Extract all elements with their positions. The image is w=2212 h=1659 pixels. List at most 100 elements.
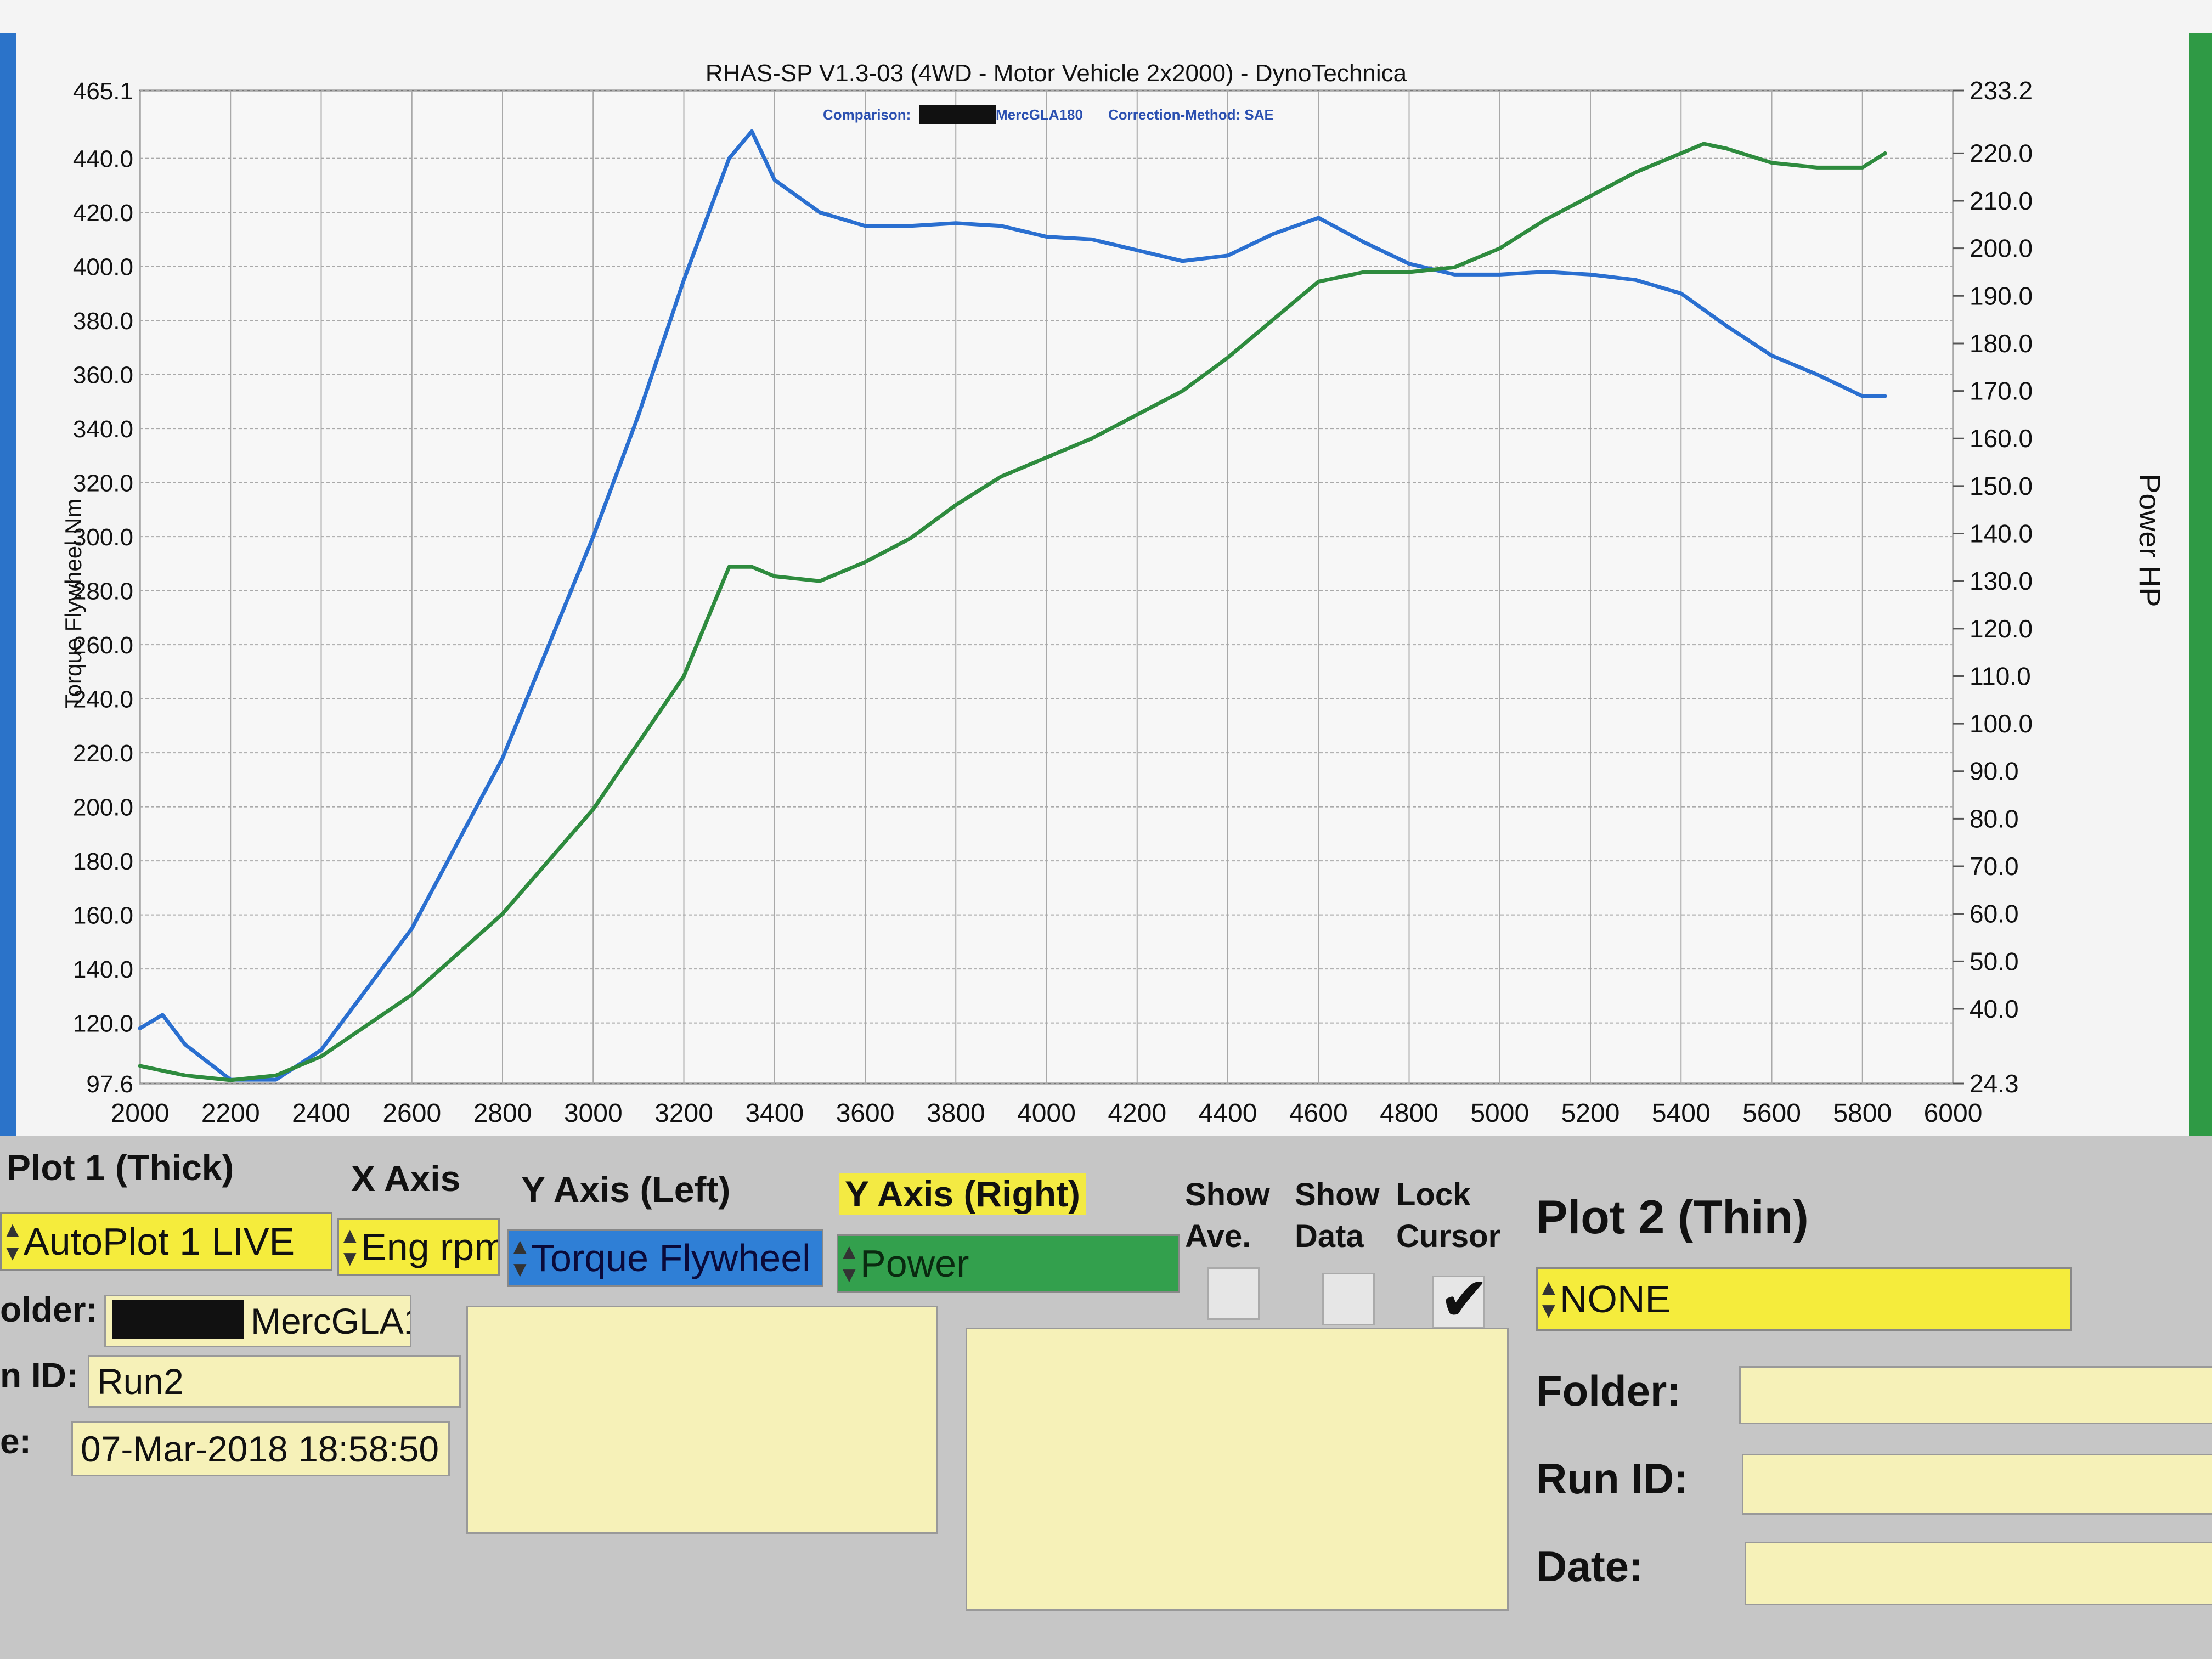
comparison-value: MercGLA180 xyxy=(996,106,1083,123)
date-label: e: xyxy=(0,1421,31,1461)
plot2-select-value: NONE xyxy=(1560,1278,1671,1321)
x-tick-label: 5800 xyxy=(1833,1099,1892,1128)
y-axis-left-select-value: Torque Flywheel xyxy=(531,1237,811,1279)
y-axis-right-select[interactable]: ▲ ▼ Power xyxy=(837,1234,1180,1293)
x-axis-select-value: Eng rpm xyxy=(361,1226,500,1268)
x-tick-label: 2000 xyxy=(111,1099,170,1128)
y-left-tick-label: 140.0 xyxy=(73,956,133,983)
y-right-tick-label: 120.0 xyxy=(1970,614,2033,643)
plot2-date-field[interactable] xyxy=(1745,1542,2212,1605)
plot2-title: Plot 2 (Thin) xyxy=(1536,1191,1809,1244)
grid xyxy=(139,89,1954,1085)
spinner-arrows-icon[interactable]: ▲ ▼ xyxy=(339,1224,361,1270)
run-id-label: n ID: xyxy=(0,1356,78,1395)
y-axis-right-title: Y Axis (Right) xyxy=(839,1173,1086,1215)
y-axis-left-select[interactable]: ▲ ▼ Torque Flywheel xyxy=(507,1229,823,1287)
y-right-tick-label: 190.0 xyxy=(1970,281,2033,310)
y-left-tick-label: 360.0 xyxy=(73,362,133,389)
y-right-tick-label: 110.0 xyxy=(1970,662,2031,690)
y-left-tick-label: 320.0 xyxy=(73,470,133,497)
x-tick-label: 4200 xyxy=(1108,1099,1166,1128)
x-tick-label: 6000 xyxy=(1924,1099,1983,1128)
plot2-run-id-field[interactable] xyxy=(1742,1454,2212,1515)
x-tick-label: 3600 xyxy=(836,1099,895,1128)
run-id-field[interactable]: Run2 xyxy=(88,1355,461,1408)
plot2-folder-field[interactable] xyxy=(1739,1366,2212,1424)
x-tick-label: 4000 xyxy=(1017,1099,1076,1128)
x-tick-label: 5000 xyxy=(1470,1099,1529,1128)
dyno-window: 2000 2200 2400 2600 2800 3000 3200 3400 3600 3800… xyxy=(0,0,2212,1659)
y-left-tick-label: 400.0 xyxy=(73,254,133,281)
y-right-tick-label: 70.0 xyxy=(1970,852,2019,881)
plot1-select[interactable]: ▲ ▼ AutoPlot 1 LIVE xyxy=(0,1212,332,1271)
plot1-select-value: AutoPlot 1 LIVE xyxy=(24,1220,295,1263)
y-right-tick-label: 150.0 xyxy=(1970,472,2033,500)
x-tick-label: 3000 xyxy=(564,1099,623,1128)
x-tick-label: 2600 xyxy=(382,1099,441,1128)
y-right-tick-label: 40.0 xyxy=(1970,995,2019,1023)
spinner-arrows-icon[interactable]: ▲ ▼ xyxy=(1538,1276,1560,1322)
plot1-title: Plot 1 (Thick) xyxy=(7,1147,234,1188)
y-right-tick-label: 90.0 xyxy=(1970,757,2019,786)
y-left-tick-label: 160.0 xyxy=(73,902,133,929)
spinner-arrows-icon[interactable]: ▲ ▼ xyxy=(509,1235,531,1281)
lock-cursor-checkbox[interactable]: ✔ xyxy=(1432,1269,1489,1330)
y-right-tick-label: 140.0 xyxy=(1970,520,2033,548)
y-right-tick-label: 210.0 xyxy=(1970,187,2033,215)
x-tick-label: 2800 xyxy=(473,1099,532,1128)
x-tick-label: 5600 xyxy=(1742,1099,1801,1128)
dyno-chart: 2000 2200 2400 2600 2800 3000 3200 3400 3600 3800… xyxy=(60,60,2166,1128)
y-right-tick-label: 60.0 xyxy=(1970,900,2019,928)
y-right-axis-label: Power HP xyxy=(2133,473,2166,607)
spinner-arrows-icon[interactable]: ▲ ▼ xyxy=(2,1218,24,1265)
redacted-folder-name xyxy=(112,1300,244,1339)
y-left-axis-label: Torque Flywheel Nm xyxy=(60,499,86,709)
y-left-tick-label: 380.0 xyxy=(73,308,133,335)
show-ave-checkbox[interactable] xyxy=(1207,1267,1260,1320)
redacted-comparison-name xyxy=(919,105,996,124)
x-tick-label: 4800 xyxy=(1380,1099,1438,1128)
comparison-label: Comparison: xyxy=(823,106,911,123)
y-right-tick-label: 200.0 xyxy=(1970,234,2033,263)
y-right-tick-label: 233.2 xyxy=(1970,76,2033,105)
x-tick-label: 5200 xyxy=(1561,1099,1620,1128)
y-axis-right-select-value: Power xyxy=(860,1242,969,1285)
show-data-label: Show Data xyxy=(1295,1177,1380,1254)
y-left-tick-label: 97.6 xyxy=(86,1071,133,1098)
plot2-select[interactable]: ▲ ▼ NONE xyxy=(1536,1267,2072,1331)
date-field[interactable]: 07-Mar-2018 18:58:50 xyxy=(71,1421,450,1476)
x-tick-label: 4400 xyxy=(1199,1099,1257,1128)
lock-cursor-label: Lock Cursor xyxy=(1396,1177,1501,1254)
y-left-tick-label: 200.0 xyxy=(73,794,133,821)
y-right-tick-label: 220.0 xyxy=(1970,139,2033,167)
y-right-tick-label: 50.0 xyxy=(1970,947,2019,975)
y-left-tick-label: 180.0 xyxy=(73,848,133,875)
correction-method: Correction-Method: SAE xyxy=(1108,106,1274,123)
checkmark-icon: ✔ xyxy=(1439,1266,1490,1333)
y-right-tick-label: 170.0 xyxy=(1970,377,2033,405)
chart-area: 2000 2200 2400 2600 2800 3000 3200 3400 3600 3800… xyxy=(0,0,2212,1136)
x-tick-label: 2200 xyxy=(201,1099,260,1128)
x-tick-label: 5400 xyxy=(1652,1099,1711,1128)
y-right-tick-label: 180.0 xyxy=(1970,329,2033,358)
y-right-tick-label: 130.0 xyxy=(1970,567,2033,595)
control-panel: Plot 1 (Thick) X Axis Y Axis (Left) Y Ax… xyxy=(0,1136,2212,1659)
date-value: 07-Mar-2018 18:58:50 xyxy=(81,1428,439,1469)
plot1-notes-box[interactable] xyxy=(466,1306,938,1534)
plot2-date-label: Date: xyxy=(1536,1542,1644,1590)
plot2-folder-label: Folder: xyxy=(1536,1367,1681,1415)
x-axis-select[interactable]: ▲ ▼ Eng rpm xyxy=(337,1218,500,1276)
spinner-arrows-icon[interactable]: ▲ ▼ xyxy=(838,1240,860,1286)
plot2-run-id-label: Run ID: xyxy=(1536,1454,1689,1503)
x-tick-label: 4600 xyxy=(1289,1099,1348,1128)
x-tick-label: 3800 xyxy=(927,1099,985,1128)
comparison-subtitle: Comparison: MercGLA180 Correction-Method… xyxy=(823,105,1274,124)
folder-value: MercGLA1â xyxy=(251,1301,410,1341)
show-ave-label: Show Ave. xyxy=(1185,1177,1270,1254)
y-right-tick-label: 24.3 xyxy=(1970,1069,2019,1098)
y-left-tick-label: 120.0 xyxy=(73,1011,133,1037)
plot1-info-box[interactable] xyxy=(966,1328,1509,1611)
show-data-checkbox[interactable] xyxy=(1322,1273,1375,1325)
chart-title: RHAS-SP V1.3-03 (4WD - Motor Vehicle 2x2… xyxy=(706,60,1407,87)
folder-label: older: xyxy=(0,1290,98,1329)
